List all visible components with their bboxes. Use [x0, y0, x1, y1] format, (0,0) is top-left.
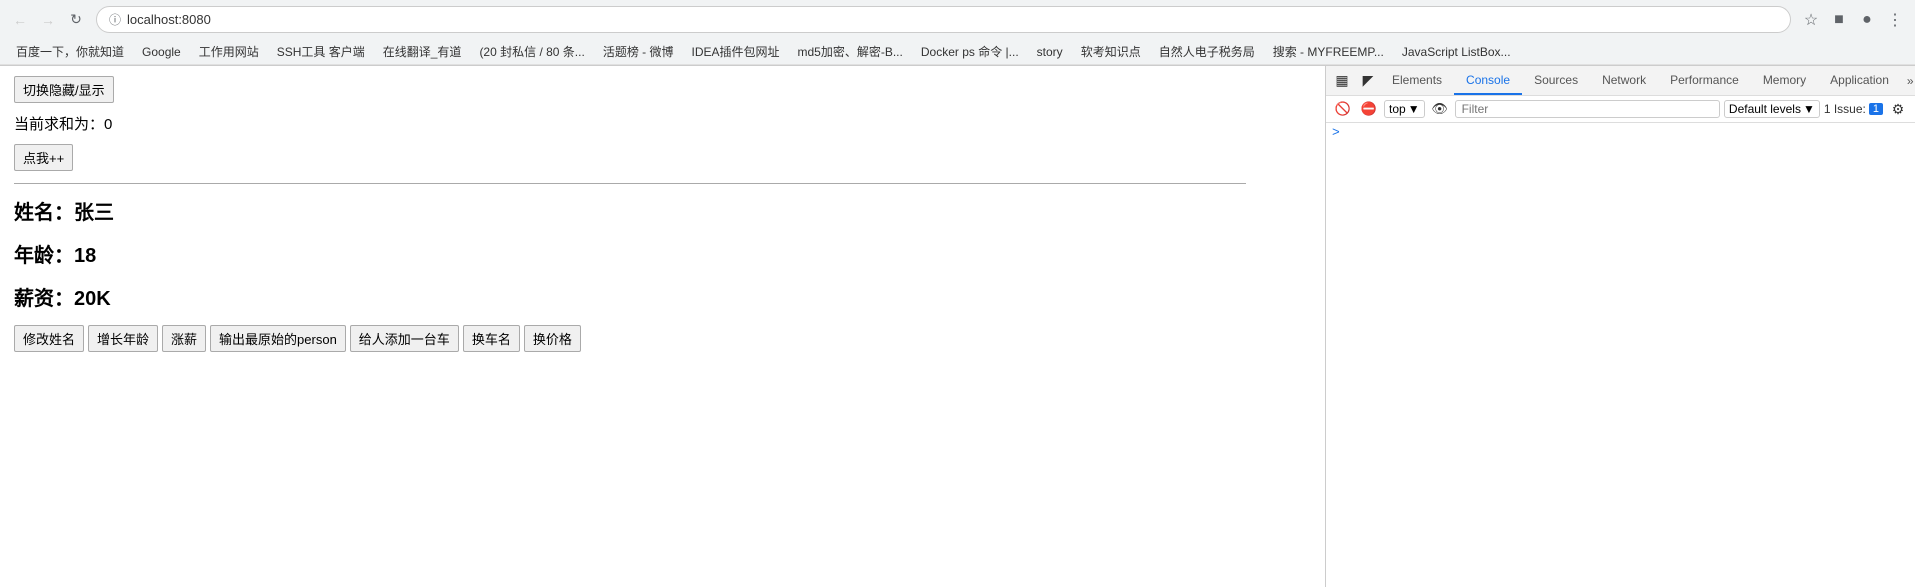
name-label: 姓名： — [14, 202, 74, 224]
change-car-name-button[interactable]: 换车名 — [463, 325, 520, 352]
address-bar[interactable]: ⓘ localhost:8080 — [96, 6, 1791, 33]
bookmark-item[interactable]: Docker ps 命令 |... — [913, 41, 1027, 62]
bookmark-item[interactable]: story — [1029, 43, 1071, 61]
extensions-button[interactable]: ■ — [1827, 8, 1851, 32]
clear-console-button[interactable]: 🚫 — [1332, 98, 1354, 120]
output-person-button[interactable]: 输出最原始的person — [210, 325, 346, 352]
bookmark-item[interactable]: 软考知识点 — [1073, 41, 1149, 62]
sum-prefix: 当前求和为： — [14, 116, 104, 133]
age-label: 年龄： — [14, 245, 74, 267]
salary-value: 20K — [74, 288, 111, 310]
tab-elements[interactable]: Elements — [1380, 67, 1454, 95]
sum-display: 当前求和为：0 — [14, 113, 1311, 134]
device-toggle-button[interactable]: ◤ — [1356, 67, 1380, 95]
prompt-symbol: > — [1332, 125, 1340, 140]
bookmark-item[interactable]: 工作用网站 — [191, 41, 267, 62]
console-eye-button[interactable]: 👁 — [1429, 98, 1451, 120]
console-prompt[interactable]: > — [1332, 125, 1909, 140]
forward-button[interactable]: → — [36, 8, 60, 32]
action-buttons: 修改姓名 增长年龄 涨薪 输出最原始的person 给人添加一台车 换车名 换价… — [14, 325, 1311, 352]
toggle-visibility-button[interactable]: 切换隐藏/显示 — [14, 76, 114, 103]
salary-label: 薪资： — [14, 288, 74, 310]
nav-buttons: ← → ↻ — [8, 8, 88, 32]
devtools-toolbar: ▦ ◤ Elements Console Sources Network Per… — [1326, 66, 1915, 96]
person-salary-field: 薪资：20K — [14, 282, 1311, 311]
grow-age-button[interactable]: 增长年龄 — [88, 325, 158, 352]
reload-button[interactable]: ↻ — [64, 8, 88, 32]
tab-console[interactable]: Console — [1454, 67, 1522, 95]
toggle-btn-container: 切换隐藏/显示 — [14, 76, 1311, 103]
default-levels-label: Default levels — [1729, 102, 1801, 116]
tab-memory[interactable]: Memory — [1751, 67, 1818, 95]
person-age-field: 年龄：18 — [14, 239, 1311, 268]
devtools-panel: ▦ ◤ Elements Console Sources Network Per… — [1325, 66, 1915, 587]
main-layout: 切换隐藏/显示 当前求和为：0 点我++ 姓名：张三 年龄：18 薪资：20K … — [0, 66, 1915, 587]
person-name-field: 姓名：张三 — [14, 196, 1311, 225]
bookmark-item[interactable]: 百度一下，你就知道 — [8, 41, 132, 62]
raise-salary-button[interactable]: 涨薪 — [162, 325, 206, 352]
console-content: > — [1326, 123, 1915, 587]
lock-icon: ⓘ — [109, 11, 121, 28]
bookmark-item[interactable]: 自然人电子税务局 — [1151, 41, 1263, 62]
click-btn-container: 点我++ — [14, 144, 1311, 171]
back-button[interactable]: ← — [8, 8, 32, 32]
modify-name-button[interactable]: 修改姓名 — [14, 325, 84, 352]
context-dropdown-icon: ▼ — [1408, 102, 1420, 116]
bookmark-item[interactable]: 活题榜 - 微博 — [595, 41, 682, 62]
add-car-button[interactable]: 给人添加一台车 — [350, 325, 459, 352]
default-levels-dropdown-icon: ▼ — [1803, 102, 1815, 116]
bookmark-item[interactable]: JavaScript ListBox... — [1394, 43, 1519, 61]
issue-label: 1 Issue: — [1824, 102, 1866, 116]
bookmark-item[interactable]: 在线翻译_有道 — [375, 41, 470, 62]
devtools-tabs: Elements Console Sources Network Perform… — [1380, 67, 1915, 95]
default-levels-selector[interactable]: Default levels ▼ — [1724, 100, 1820, 118]
console-settings-button[interactable]: ⚙ — [1887, 98, 1909, 120]
page-content: 切换隐藏/显示 当前求和为：0 点我++ 姓名：张三 年龄：18 薪资：20K … — [0, 66, 1325, 587]
menu-button[interactable]: ⋮ — [1883, 8, 1907, 32]
browser-chrome: ← → ↻ ⓘ localhost:8080 ☆ ■ ● ⋮ 百度一下，你就知道… — [0, 0, 1915, 66]
person-info: 姓名：张三 年龄：18 薪资：20K — [14, 196, 1311, 311]
divider — [14, 183, 1246, 184]
devtools-left-icons: ▦ ◤ — [1330, 67, 1380, 95]
tab-network[interactable]: Network — [1590, 67, 1658, 95]
devtools-tabs-more[interactable]: » — [1901, 67, 1915, 95]
tab-sources[interactable]: Sources — [1522, 67, 1590, 95]
bookmark-item[interactable]: Google — [134, 43, 189, 61]
console-filter-input[interactable] — [1455, 100, 1720, 118]
bookmark-item[interactable]: IDEA插件包网址 — [683, 41, 787, 62]
tab-application[interactable]: Application — [1818, 67, 1901, 95]
sum-value: 0 — [104, 116, 112, 133]
profile-button[interactable]: ● — [1855, 8, 1879, 32]
inspect-element-button[interactable]: ▦ — [1330, 67, 1354, 95]
console-toolbar: 🚫 ⛔ top ▼ 👁 Default levels ▼ 1 Issue: 1 … — [1326, 96, 1915, 123]
tab-performance[interactable]: Performance — [1658, 67, 1751, 95]
issue-count: 1 — [1869, 103, 1883, 115]
bookmark-item[interactable]: (20 封私信 / 80 条... — [471, 41, 592, 62]
browser-toolbar: ← → ↻ ⓘ localhost:8080 ☆ ■ ● ⋮ — [0, 0, 1915, 39]
bookmark-item[interactable]: SSH工具 客户端 — [269, 41, 373, 62]
bookmarks-bar: 百度一下，你就知道 Google 工作用网站 SSH工具 客户端 在线翻译_有道… — [0, 39, 1915, 65]
issue-count-badge: 1 Issue: 1 — [1824, 102, 1883, 116]
change-price-button[interactable]: 换价格 — [524, 325, 581, 352]
url-text: localhost:8080 — [127, 12, 1778, 27]
pause-button[interactable]: ⛔ — [1358, 98, 1380, 120]
bookmark-item[interactable]: md5加密、解密-B... — [790, 41, 911, 62]
bookmark-star-button[interactable]: ☆ — [1799, 8, 1823, 32]
browser-actions: ☆ ■ ● ⋮ — [1799, 8, 1907, 32]
age-value: 18 — [74, 245, 96, 267]
increment-button[interactable]: 点我++ — [14, 144, 73, 171]
context-label: top — [1389, 102, 1406, 116]
console-context-selector[interactable]: top ▼ — [1384, 100, 1425, 118]
name-value: 张三 — [74, 202, 114, 224]
bookmark-item[interactable]: 搜索 - MYFREEMP... — [1265, 41, 1392, 62]
